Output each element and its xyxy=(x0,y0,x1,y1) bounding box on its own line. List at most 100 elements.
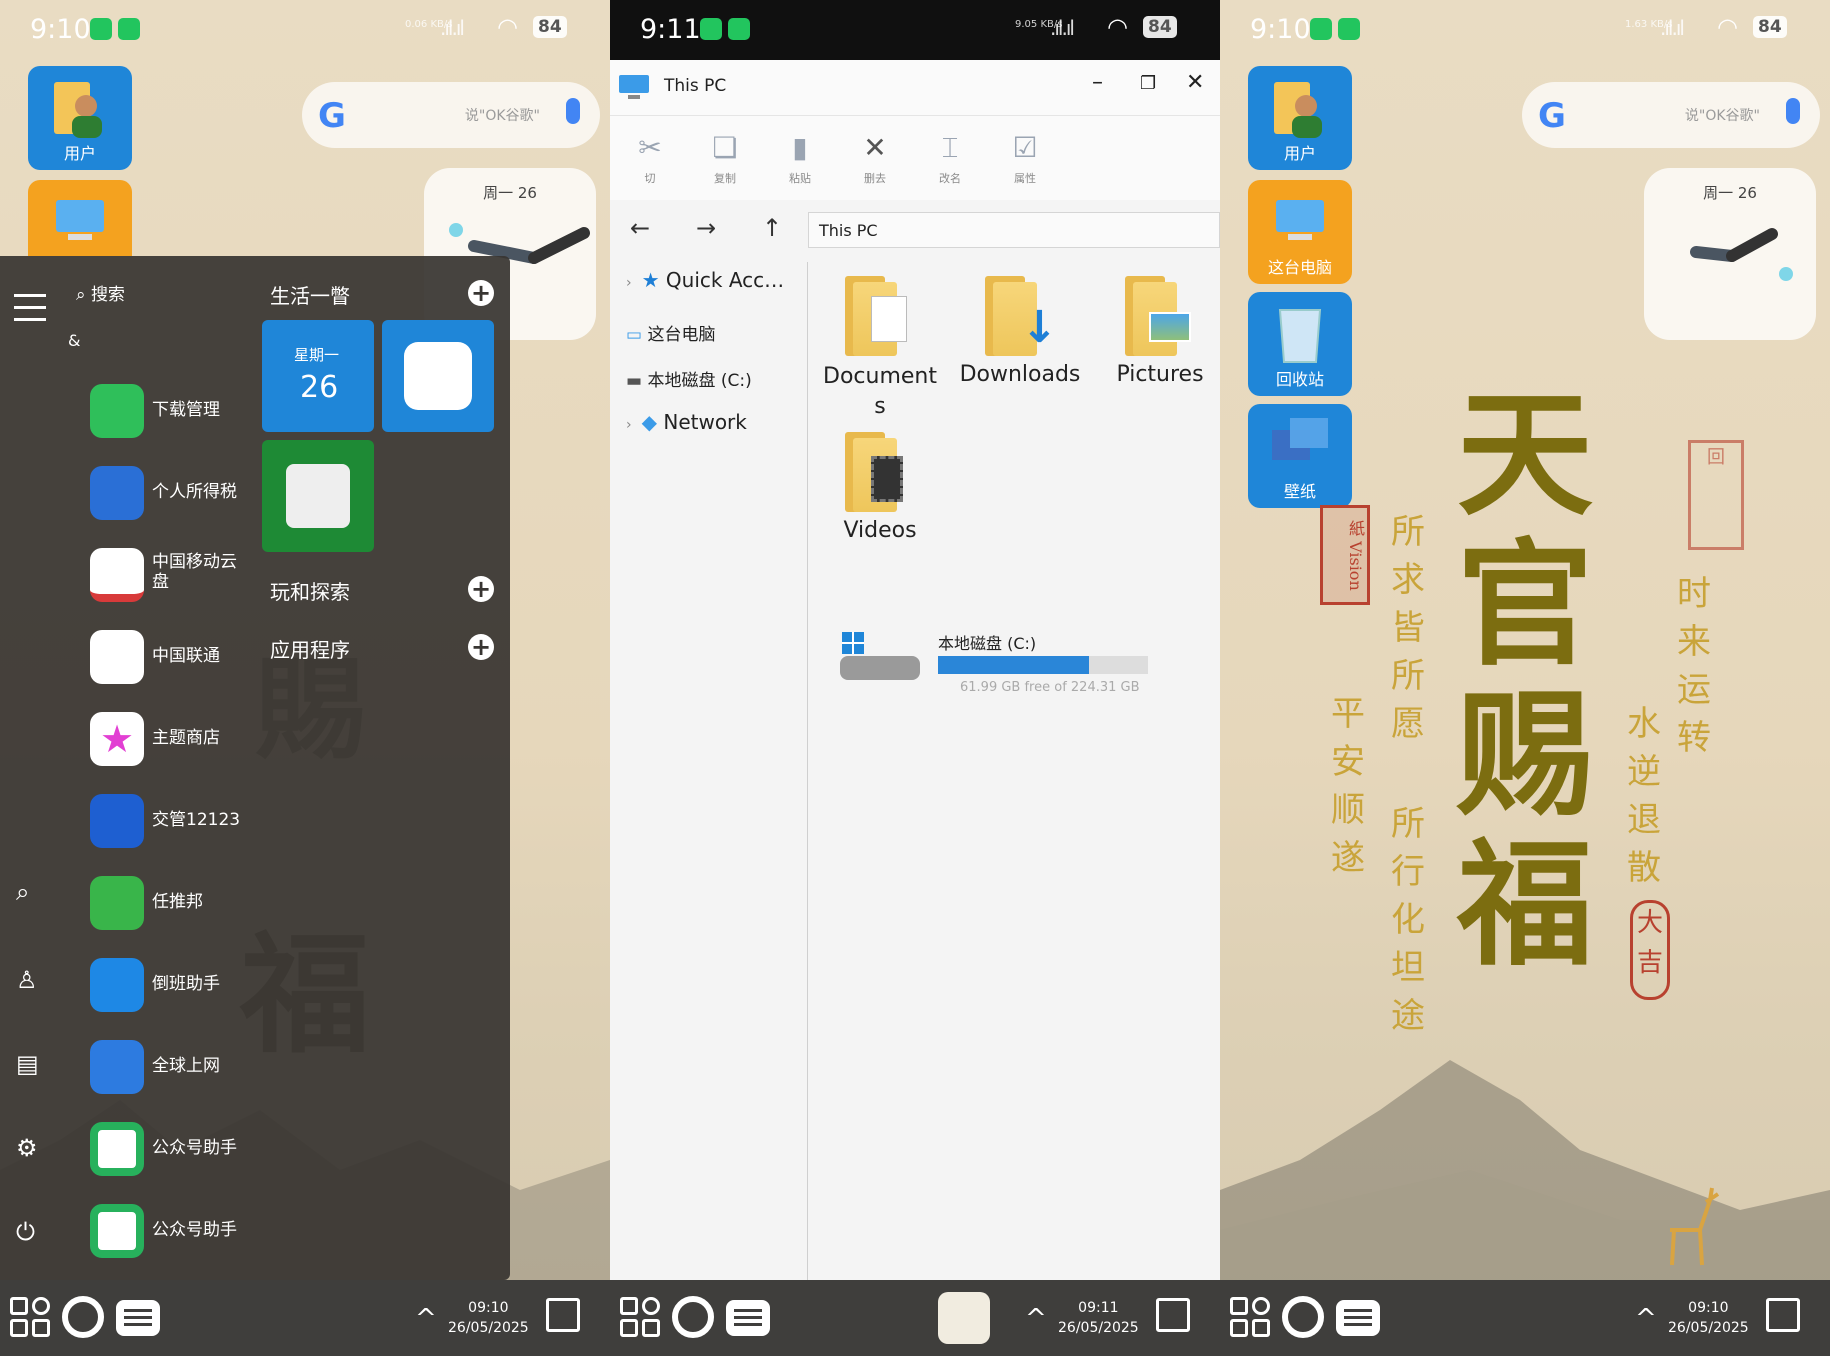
network-icon: ◆ xyxy=(641,410,664,434)
desktop-icon-user[interactable]: 用户 xyxy=(28,66,132,170)
back-icon[interactable]: ← xyxy=(630,214,650,242)
nav-quick-access[interactable]: › ★ Quick Acc… xyxy=(626,268,784,292)
drive-c[interactable]: 本地磁盘 (C:) 61.99 GB free of 224.31 GB xyxy=(838,622,1218,702)
taskbar-clock[interactable]: 09:10 26/05/2025 xyxy=(1668,1298,1749,1338)
gear-icon[interactable]: ⚙ xyxy=(16,1134,38,1162)
notification-icon[interactable] xyxy=(1766,1298,1800,1332)
wechat-icon xyxy=(1310,18,1332,40)
address-input[interactable]: This PC xyxy=(808,212,1220,248)
cortana-button[interactable] xyxy=(1282,1296,1324,1338)
power-icon[interactable]: ⏻ xyxy=(16,1218,35,1246)
notification-icon[interactable] xyxy=(1156,1298,1190,1332)
google-icon: G xyxy=(1538,96,1566,136)
cut-button[interactable]: ✂ 切 xyxy=(620,126,680,186)
user-icon[interactable]: ♙ xyxy=(16,966,38,994)
properties-button[interactable]: ☑ 属性 xyxy=(995,126,1055,186)
calendar-tile[interactable]: 星期一 26 xyxy=(262,320,374,432)
wallpaper-text: 时来运转 xyxy=(1677,574,1711,758)
clock-widget[interactable]: 周一 26 xyxy=(1644,168,1816,340)
restore-icon[interactable]: ❐ xyxy=(1140,73,1156,94)
app-name: 交管12123 xyxy=(152,810,241,830)
play-store-tile[interactable] xyxy=(262,440,374,552)
cortana-button[interactable] xyxy=(672,1296,714,1338)
desktop-icon-wallpaper[interactable]: 壁纸 xyxy=(1248,404,1352,508)
copy-button[interactable]: ❏ 复制 xyxy=(695,126,755,186)
status-time: 9:10 xyxy=(30,14,91,45)
signal-icon: .ıl.ıl xyxy=(1660,16,1685,40)
notification-icon[interactable] xyxy=(546,1298,580,1332)
mic-icon[interactable] xyxy=(566,98,580,124)
desktop-icon-label: 回收站 xyxy=(1275,370,1324,389)
folder-pictures[interactable]: Pictures xyxy=(1090,276,1220,387)
nav-this-pc[interactable]: ▭ 这台电脑 xyxy=(626,320,715,345)
notification-icons xyxy=(1310,18,1360,40)
wechat-icon xyxy=(90,18,112,40)
add-icon[interactable]: + xyxy=(468,634,494,660)
task-view-button[interactable] xyxy=(1336,1300,1380,1336)
minimize-icon[interactable]: – xyxy=(1092,70,1103,95)
wallpaper-title: 天官赐福 xyxy=(1457,375,1593,985)
start-button[interactable] xyxy=(1230,1297,1272,1339)
global-roaming-icon xyxy=(90,1040,144,1094)
folder-icon[interactable]: ▤ xyxy=(16,1050,39,1078)
mic-icon[interactable] xyxy=(1786,98,1800,124)
status-time: 9:10 xyxy=(1250,14,1311,45)
address-bar-row: ← → ↑ This PC xyxy=(610,200,1220,260)
explorer-taskbar-icon[interactable] xyxy=(938,1292,990,1344)
mountain-art xyxy=(1220,1060,1830,1280)
rename-button[interactable]: ⌶ 改名 xyxy=(920,126,980,186)
close-icon[interactable]: ✕ xyxy=(1186,70,1204,95)
folder-videos[interactable]: Videos xyxy=(810,432,950,543)
taskbar-time: 09:11 xyxy=(1078,1300,1119,1316)
hamburger-icon[interactable] xyxy=(14,294,46,330)
chevron-up-icon[interactable]: ^ xyxy=(1025,1304,1047,1334)
letter-header: & xyxy=(68,331,81,350)
desktop-icon-this-pc[interactable] xyxy=(28,180,132,256)
taskbar-time: 09:10 xyxy=(468,1300,509,1316)
delete-icon: ✕ xyxy=(863,131,887,164)
desktop-icon-user[interactable]: 用户 xyxy=(1248,66,1352,170)
computer-icon xyxy=(619,75,649,99)
task-view-button[interactable] xyxy=(116,1300,160,1336)
up-icon[interactable]: ↑ xyxy=(762,214,782,242)
taskbar: ^ 09:11 26/05/2025 xyxy=(610,1280,1220,1356)
start-button[interactable] xyxy=(10,1297,52,1339)
task-view-button[interactable] xyxy=(726,1300,770,1336)
add-icon[interactable]: + xyxy=(468,280,494,306)
folder-downloads[interactable]: ↓ Downloads xyxy=(950,276,1090,387)
folder-documents[interactable]: Document s xyxy=(810,276,950,422)
desktop-icon-this-pc[interactable]: 这台电脑 xyxy=(1248,180,1352,284)
desktop-icon-recycle-bin[interactable]: 回收站 xyxy=(1248,292,1352,396)
wallpaper-seal: 回 xyxy=(1688,440,1744,550)
add-icon[interactable]: + xyxy=(468,576,494,602)
google-search-widget[interactable]: G 说"OK谷歌" xyxy=(1522,82,1820,148)
nav-network[interactable]: › ◆ Network xyxy=(626,410,747,434)
copy-icon: ❏ xyxy=(712,131,738,164)
delete-button[interactable]: ✕ 删去 xyxy=(845,126,905,186)
signal-icon: .ıl.ıl xyxy=(440,16,465,40)
app-icon xyxy=(1338,18,1360,40)
user-folder-icon xyxy=(54,82,102,138)
wallpaper-seal: 紙 Vision xyxy=(1320,505,1370,605)
search-icon[interactable]: ⌕ xyxy=(16,878,29,906)
play-services-tile[interactable] xyxy=(382,320,494,432)
taskbar-clock[interactable]: 09:11 26/05/2025 xyxy=(1058,1298,1139,1338)
start-search[interactable]: ⌕ 搜索 xyxy=(76,280,125,305)
taskbar-clock[interactable]: 09:10 26/05/2025 xyxy=(448,1298,529,1338)
chevron-up-icon[interactable]: ^ xyxy=(1635,1304,1657,1334)
start-button[interactable] xyxy=(620,1297,662,1339)
forward-icon[interactable]: → xyxy=(696,214,716,242)
nav-local-disk[interactable]: ▬ 本地磁盘 (C:) xyxy=(626,366,752,391)
drive-free-text: 61.99 GB free of 224.31 GB xyxy=(960,680,1140,695)
search-icon: ⌕ xyxy=(76,285,91,305)
chevron-up-icon[interactable]: ^ xyxy=(415,1304,437,1334)
left-screen: 賜 福 9:10 0.06 KB/s .ıl.ıl ◠ 84 用户 G 说"OK… xyxy=(0,0,610,1356)
cortana-button[interactable] xyxy=(62,1296,104,1338)
tax-app-icon xyxy=(90,466,144,520)
paste-button[interactable]: ▮ 粘贴 xyxy=(770,126,830,186)
nav-label: 本地磁盘 (C:) xyxy=(647,371,752,391)
google-search-widget[interactable]: G 说"OK谷歌" xyxy=(302,82,600,148)
start-menu: ⌕ 搜索 & 下载管理 个人所得税 中国移动云盘 中国联通 ★ 主题商店 交管12… xyxy=(0,256,510,1280)
app-name: 中国移动云盘 xyxy=(152,552,237,592)
app-name: 任推邦 xyxy=(152,892,203,912)
